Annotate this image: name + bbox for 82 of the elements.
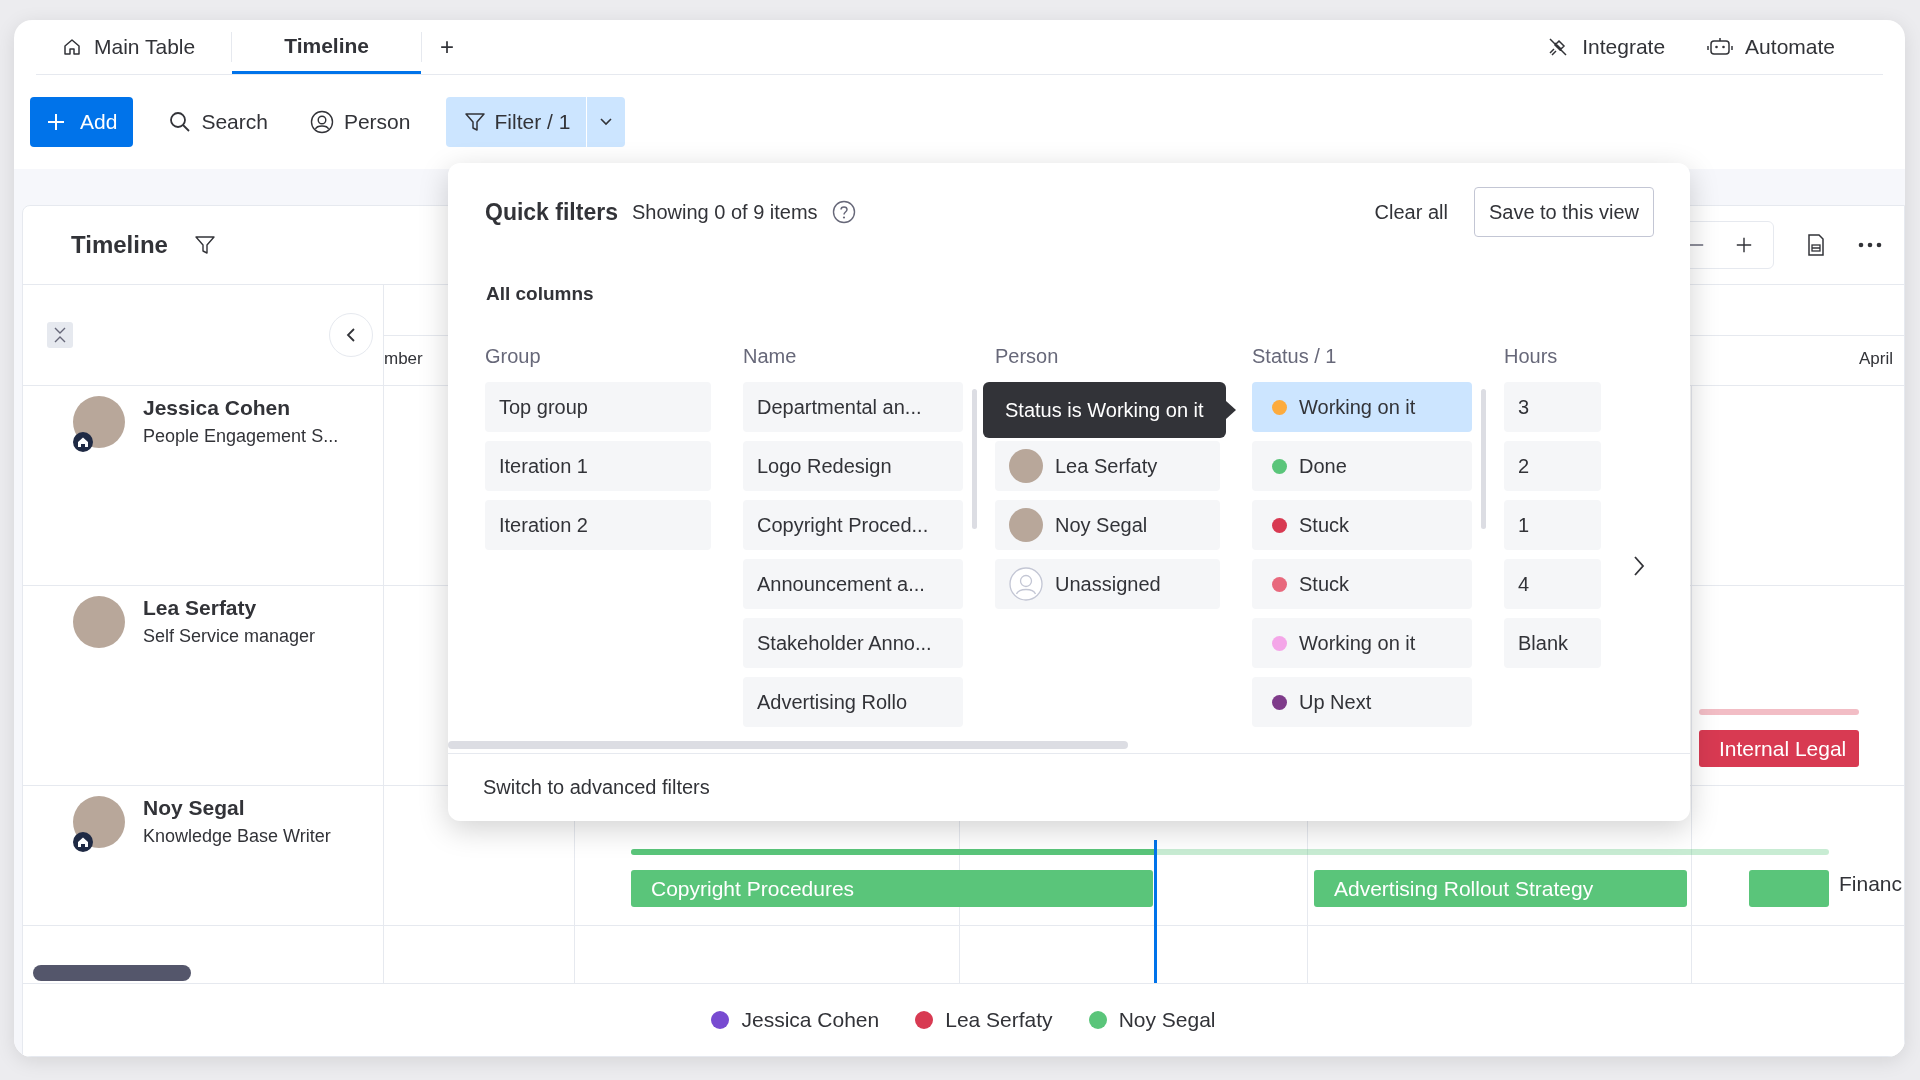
filter-option[interactable]: Iteration 2 [485,500,711,550]
filter-option[interactable]: Top group [485,382,711,432]
filter-option[interactable]: 2 [1504,441,1601,491]
scrollbar-thumb[interactable] [448,741,1128,749]
column-header: Status / 1 [1252,345,1338,368]
filter-option[interactable]: Unassigned [995,559,1220,609]
filter-icon[interactable] [193,234,216,256]
filter-option[interactable]: 3 [1504,382,1601,432]
photo-placeholder [1009,449,1043,483]
caret-icon [599,117,614,127]
person-filter-button[interactable]: Person [303,97,417,147]
filter-option[interactable]: Announcement a... [743,559,963,609]
filter-option[interactable]: Iteration 1 [485,441,711,491]
view-tab[interactable]: Timeline [232,20,421,74]
legend-label: Lea Serfaty [945,1008,1053,1032]
filter-option[interactable]: Working on it [1252,618,1472,668]
filter-option[interactable]: Logo Redesign [743,441,963,491]
home-icon [62,37,82,57]
filter-option[interactable]: Done [1252,441,1472,491]
help-icon[interactable] [831,200,856,224]
clear-all-button[interactable]: Clear all [1374,192,1448,232]
filter-icon [464,111,487,133]
panel-title: Quick filters [485,198,618,226]
section-title: All columns [485,282,595,305]
person-role: People Engagement S... [143,426,339,447]
column-header: Name [743,345,798,368]
photo-placeholder [73,796,125,848]
person-name: Lea Serfaty [143,596,258,620]
filter-option[interactable]: Stuck [1252,559,1472,609]
filter-option[interactable]: 1 [1504,500,1601,550]
filter-option[interactable]: Stuck [1252,500,1472,550]
column-header: Person [995,345,1060,368]
filter-option[interactable]: Departmental an... [743,382,963,432]
timeline-bar[interactable]: Internal Legal [1699,730,1859,767]
document-icon[interactable] [1806,233,1826,257]
timeline-title: Timeline [71,231,168,259]
add-view-button[interactable]: + [421,32,472,62]
scrollbar-thumb[interactable] [972,389,977,529]
save-view-button[interactable]: Save to this view [1473,187,1654,237]
filter-option[interactable]: Copyright Proced... [743,500,963,550]
view-tab[interactable]: Main Table [36,32,233,62]
filter-button[interactable]: Filter / 1 [446,97,588,147]
collapse-icon[interactable] [47,322,73,348]
photo-placeholder [73,396,125,448]
tooltip: Status is Working on it [983,382,1226,438]
filter-option[interactable]: Stakeholder Anno... [743,618,963,668]
person-role: Self Service manager [143,626,316,647]
person-icon [309,110,334,134]
add-button[interactable]: Add [30,97,134,147]
filter-option[interactable]: Noy Segal [995,500,1220,550]
scrollbar-thumb[interactable] [1481,389,1486,529]
top-action-button[interactable]: Automate [1707,35,1835,59]
zoom-in-icon[interactable] [1735,236,1753,254]
legend-label: Noy Segal [1118,1008,1216,1032]
column-header: Hours [1504,345,1559,368]
advanced-filters-link[interactable]: Switch to advanced filters [483,776,710,799]
filter-option[interactable]: Blank [1504,618,1601,668]
tooltip-arrow-icon [1225,401,1236,419]
filter-option[interactable]: Lea Serfaty [995,441,1220,491]
month-label: mber [384,349,423,369]
top-action-button[interactable]: Integrate [1546,35,1666,59]
photo-placeholder [1009,508,1043,542]
person-name: Jessica Cohen [143,396,292,420]
search-button[interactable]: Search [163,97,274,147]
chevron-left-icon [345,327,357,343]
person-role: Knowledge Base Writer [143,826,331,847]
plus-icon [46,112,66,132]
more-icon[interactable] [1858,242,1882,248]
filter-option[interactable]: Up Next [1252,677,1472,727]
filter-option[interactable]: Advertising Rollo [743,677,963,727]
search-icon [169,111,192,133]
person-icon [1009,567,1043,601]
bar-label: Financ [1839,872,1903,896]
person-name: Noy Segal [143,796,246,820]
filter-option[interactable]: Working on it [1252,382,1472,432]
filter-summary: Showing 0 of 9 items [631,200,818,224]
chevron-right-icon[interactable] [1633,555,1645,577]
column-header: Group [485,345,542,368]
legend-label: Jessica Cohen [741,1008,880,1032]
filter-option[interactable]: 4 [1504,559,1601,609]
scrollbar-thumb[interactable] [33,965,191,981]
month-label: April [1859,349,1893,369]
